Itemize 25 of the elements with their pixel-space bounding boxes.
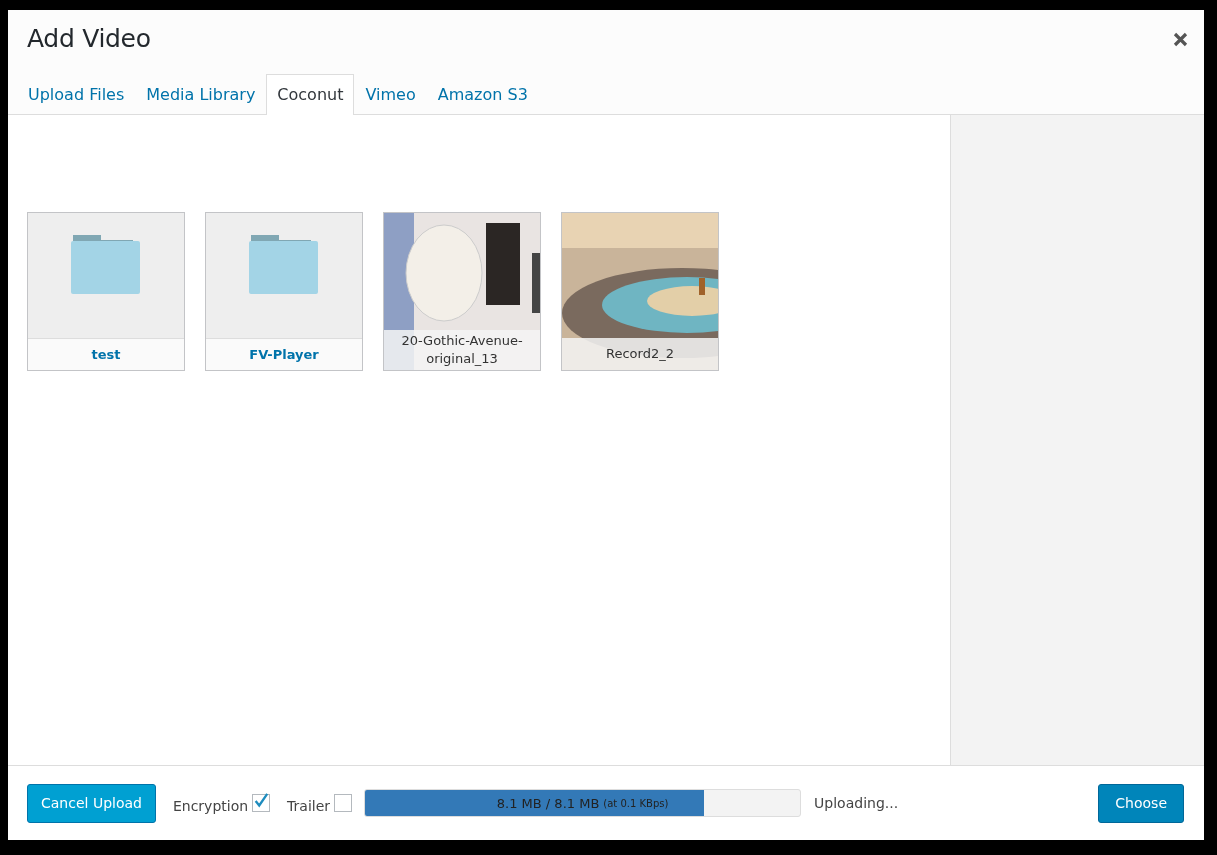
tab[interactable]: Upload Files — [17, 74, 136, 115]
folder-name: test — [28, 338, 184, 370]
video-name: 20-Gothic-Avenue-original_13 — [384, 330, 540, 370]
folder-icon — [71, 235, 141, 295]
upload-rate: (at 0.1 KBps) — [603, 797, 669, 809]
tab[interactable]: Coconut — [266, 74, 355, 115]
tab[interactable]: Media Library — [135, 74, 267, 115]
cancel-upload-button[interactable]: Cancel Upload — [27, 783, 156, 823]
choose-button[interactable]: Choose — [1098, 783, 1184, 823]
video-tile[interactable]: Record2_2 — [561, 212, 719, 371]
folder-icon — [249, 235, 319, 295]
video-tile[interactable]: 20-Gothic-Avenue-original_13 — [383, 212, 541, 371]
progress-text: 8.1 MB / 8.1 MB — [496, 795, 600, 811]
folder-tile[interactable]: test — [27, 212, 185, 371]
folder-name: FV-Player — [206, 338, 362, 370]
dialog-title: Add Video — [27, 24, 151, 53]
upload-status: Uploading... — [814, 795, 899, 811]
folder-tile[interactable]: FV-Player — [205, 212, 363, 371]
tab[interactable]: Amazon S3 — [426, 74, 539, 115]
checkbox-label: Encryption — [172, 797, 249, 814]
tab[interactable]: Vimeo — [354, 74, 427, 115]
video-name: Record2_2 — [562, 338, 718, 370]
checkbox[interactable] — [252, 794, 271, 812]
checkbox-label: Trailer — [287, 797, 331, 814]
checkbox[interactable] — [334, 794, 353, 812]
